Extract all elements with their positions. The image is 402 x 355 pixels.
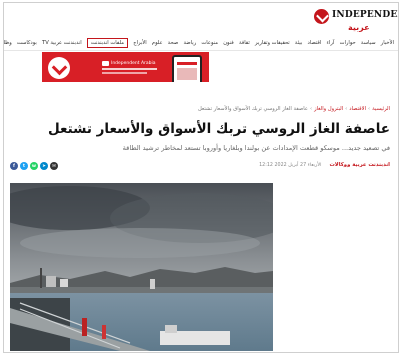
nav-item[interactable]: علوم: [152, 40, 163, 46]
facebook-icon[interactable]: f: [10, 162, 18, 170]
article-date: الأربعاء 27 أبريل 2022 12:12: [259, 162, 322, 168]
breadcrumb-link[interactable]: البترول والغاز: [314, 106, 343, 112]
youtube-icon: [102, 61, 109, 66]
nav-item[interactable]: حوارات: [340, 40, 356, 46]
twitter-icon[interactable]: t: [20, 162, 28, 170]
ad-brand: Independent Arabia: [102, 61, 156, 66]
ad-phone-image: [172, 55, 202, 82]
nav-item[interactable]: ملفات اندبندنت: [86, 37, 128, 48]
site-header: INDEPENDENT عربية الأخبار سياسة حوارات آراء…: [4, 3, 398, 51]
logo-mark-icon: [314, 9, 329, 24]
nav-item[interactable]: بيئة: [295, 40, 302, 46]
nav-item[interactable]: اقتصاد: [307, 40, 321, 46]
article-title: عاصفة الغاز الروسي تربك الأسواق والأسعار…: [47, 121, 390, 137]
whatsapp-icon[interactable]: w: [30, 162, 38, 170]
article-subtitle: في تصعيد جديد... موسكو قطعت الإمدادات عن…: [122, 144, 390, 152]
site-logo[interactable]: INDEPENDENT عربية: [314, 8, 398, 38]
article-meta: اندبندنت عربية ووكالات الأربعاء 27 أبريل…: [259, 162, 390, 168]
article-hero-image: [10, 183, 273, 351]
page-frame: INDEPENDENT عربية الأخبار سياسة حوارات آراء…: [3, 2, 399, 353]
main-nav: الأخبار سياسة حوارات آراء اقتصاد بيئة تحقيقات …: [4, 37, 394, 49]
breadcrumb-link[interactable]: الاقتصاد: [349, 106, 366, 112]
nav-item[interactable]: اندبندنت عربية TV: [42, 40, 82, 46]
nav-item[interactable]: فنون: [223, 40, 234, 46]
nav-item[interactable]: بودكاست: [17, 40, 37, 46]
ad-text-line: [102, 68, 157, 70]
share-bar: f t w ➤ ✉: [10, 162, 58, 170]
breadcrumb-link[interactable]: الرئيسية: [372, 106, 390, 112]
nav-item[interactable]: الأبراج: [133, 40, 147, 46]
logo-text-en: INDEPENDENT: [332, 10, 398, 20]
ad-logo-icon: [48, 57, 70, 79]
nav-item[interactable]: آراء: [327, 40, 335, 46]
breadcrumb-separator-icon: ›: [368, 106, 371, 112]
telegram-icon[interactable]: ➤: [40, 162, 48, 170]
nav-item[interactable]: رياضة: [184, 40, 197, 46]
article-author[interactable]: اندبندنت عربية ووكالات: [329, 162, 390, 168]
email-icon[interactable]: ✉: [50, 162, 58, 170]
ad-text-line: [102, 72, 147, 74]
nav-item[interactable]: صحة: [168, 40, 179, 46]
nav-item[interactable]: الأخبار: [381, 40, 394, 46]
nav-item[interactable]: ثقافة: [239, 40, 250, 46]
nav-item[interactable]: منوعات: [201, 40, 218, 46]
nav-item[interactable]: سياسة: [361, 40, 376, 46]
hero-photo: [10, 183, 273, 351]
ad-banner[interactable]: Independent Arabia: [42, 52, 209, 82]
breadcrumb: الرئيسية›الاقتصاد›البترول والغاز›عاصفة ا…: [198, 106, 390, 112]
nav-item[interactable]: وظائف: [4, 40, 12, 46]
logo-text-ar: عربية: [348, 23, 370, 32]
breadcrumb-current: عاصفة الغاز الروسي تربك الأسواق والأسعار…: [198, 106, 308, 112]
ad-brand-label: Independent Arabia: [111, 61, 156, 66]
breadcrumb-separator-icon: ›: [309, 106, 313, 112]
breadcrumb-separator-icon: ›: [345, 106, 348, 112]
nav-item[interactable]: تحقيقات وتقارير: [255, 40, 290, 46]
